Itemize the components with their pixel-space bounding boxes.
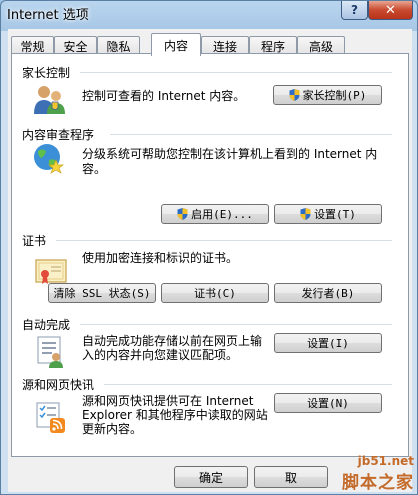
advisor-settings-button[interactable]: 设置(T) — [274, 204, 382, 224]
content-advisor-globe-icon — [34, 144, 65, 174]
help-button[interactable]: ? — [341, 1, 368, 20]
advisor-description-line2: 容。 — [82, 162, 107, 176]
close-icon: ✕ — [385, 2, 396, 18]
feeds-separator — [104, 384, 392, 385]
advisor-settings-button-label: 设置(T) — [314, 208, 356, 221]
autocomplete-description-line1: 自动完成功能存储以前在网页上输 — [82, 334, 263, 348]
autocomplete-form-icon — [37, 336, 63, 368]
autocomplete-settings-button[interactable]: 设置(I) — [274, 333, 382, 353]
feeds-section-title: 源和网页快讯 — [22, 378, 95, 392]
feeds-settings-button[interactable]: 设置(N) — [274, 393, 382, 413]
advisor-description-line1: 分级系统可帮助您控制在该计算机上看到的 Internet 内 — [82, 147, 378, 161]
watermark-name: 脚本之家 — [342, 473, 414, 493]
title-bar[interactable]: Internet 选项 ? ✕ — [1, 1, 417, 27]
close-button[interactable]: ✕ — [368, 1, 413, 20]
parental-controls-button-label: 家长控制(P) — [302, 89, 367, 102]
watermark-url: jb51.net — [357, 454, 414, 468]
uac-shield-icon — [300, 208, 311, 220]
dialog-client: 常规 安全 隐私 内容 连接 程序 高级 家长控制 控制可查看的 Interne… — [8, 29, 412, 492]
advisor-separator — [110, 134, 392, 135]
clear-ssl-state-button[interactable]: 清除 SSL 状态(S) — [48, 283, 156, 303]
feeds-rss-icon — [36, 402, 65, 433]
certificates-section-title: 证书 — [22, 234, 47, 248]
feeds-description-line3: 更新内容。 — [82, 422, 143, 436]
site-watermark: jb51.net 脚本之家 — [342, 454, 414, 493]
feeds-description-line2: Explorer 和其他程序中读取的网站 — [82, 408, 268, 422]
advisor-enable-button[interactable]: 启用(E)... — [161, 204, 269, 224]
dialog-window: Internet 选项 ? ✕ 常规 安全 隐私 内容 连接 程序 高级 家长控… — [0, 0, 418, 495]
tab-content[interactable]: 内容 — [151, 33, 201, 56]
autocomplete-description-line2: 入的内容并向您建议匹配项。 — [82, 348, 239, 362]
advisor-enable-button-label: 启用(E)... — [191, 208, 253, 221]
advisor-section-title: 内容审查程序 — [22, 128, 95, 142]
parental-description: 控制可查看的 Internet 内容。 — [82, 89, 246, 103]
publishers-button[interactable]: 发行者(B) — [274, 283, 382, 303]
uac-shield-icon — [177, 208, 188, 220]
feeds-description-line1: 源和网页快讯提供可在 Internet — [82, 394, 254, 408]
uac-shield-icon — [289, 89, 300, 101]
parental-controls-button[interactable]: 家长控制(P) — [273, 85, 382, 105]
tab-strip: 常规 安全 隐私 内容 连接 程序 高级 — [8, 33, 412, 56]
certificates-separator — [56, 240, 392, 241]
ok-button[interactable]: 确定 — [174, 466, 248, 488]
parental-users-icon — [34, 86, 65, 114]
parental-separator — [80, 72, 392, 73]
window-title: Internet 选项 — [7, 8, 89, 23]
autocomplete-separator — [80, 324, 392, 325]
autocomplete-section-title: 自动完成 — [22, 318, 71, 332]
cancel-button[interactable]: 取 — [254, 466, 328, 488]
help-icon: ? — [351, 3, 358, 17]
certificates-description: 使用加密连接和标识的证书。 — [82, 251, 239, 265]
certificates-button[interactable]: 证书(C) — [161, 283, 269, 303]
parental-section-title: 家长控制 — [22, 66, 71, 80]
content-tab-panel: 家长控制 控制可查看的 Internet 内容。 家长控制(P) 内容审查程序 — [11, 53, 409, 457]
